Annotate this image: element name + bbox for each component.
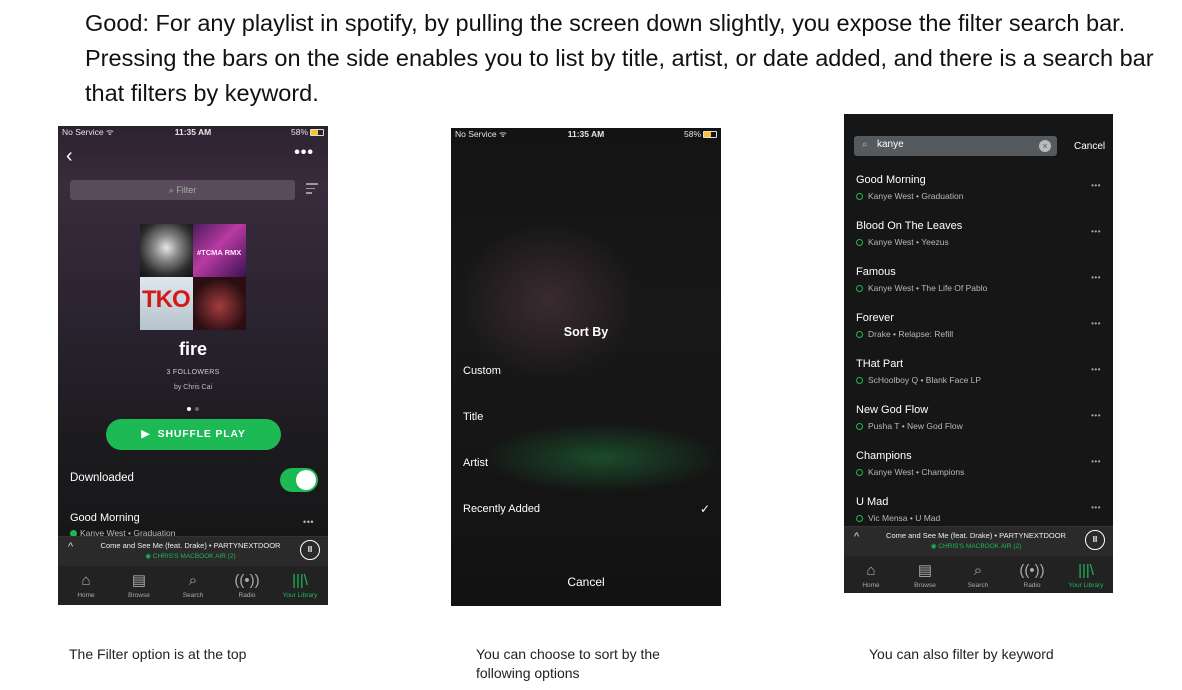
- downloaded-toggle[interactable]: [280, 468, 318, 492]
- tab-search[interactable]: ⌕ Search: [166, 571, 220, 599]
- tab-home[interactable]: ⌂ Home: [59, 571, 113, 599]
- playlist-title: fire: [178, 339, 207, 359]
- result-row[interactable]: Blood On The Leaves Kanye West • Yeezus ••…: [844, 220, 1113, 266]
- checkmark-icon: ✓: [700, 502, 711, 516]
- downloaded-icon: [856, 377, 863, 384]
- cancel-button[interactable]: Cancel: [451, 575, 721, 589]
- result-row[interactable]: New God Flow Pusha T • New God Flow •••: [844, 404, 1113, 450]
- pause-button[interactable]: II: [300, 540, 320, 560]
- tab-your-library[interactable]: |||\ Your Library: [1059, 561, 1113, 589]
- battery-indicator: 58%: [684, 129, 717, 139]
- more-icon: •••: [1091, 181, 1101, 190]
- more-icon: •••: [1091, 457, 1101, 466]
- downloaded-icon: [856, 423, 863, 430]
- search-input[interactable]: ⌕ kanye ×: [854, 136, 1057, 156]
- downloaded-icon: [856, 285, 863, 292]
- clock: 11:35 AM: [174, 127, 212, 137]
- status-bar: No Service ᯤ 11:35 AM 58%: [451, 128, 721, 140]
- clock: 11:35 AM: [567, 129, 605, 139]
- sort-bars-icon[interactable]: [306, 183, 318, 197]
- shuffle-play-button[interactable]: ▶ SHUFFLE PLAY: [106, 419, 281, 450]
- back-chevron-icon[interactable]: ‹: [66, 146, 73, 166]
- tab-radio[interactable]: ((•)) Radio: [220, 571, 274, 599]
- battery-icon: [310, 129, 324, 136]
- chevron-up-icon: ^: [68, 541, 74, 553]
- song-more-icon[interactable]: •••: [303, 517, 314, 527]
- tab-search[interactable]: ⌕ Search: [951, 561, 1005, 589]
- search-icon: ⌕: [188, 572, 198, 589]
- song-title[interactable]: Good Morning: [70, 512, 140, 524]
- tab-bar: ⌂ Home ▤ Browse ⌕ Search ((•)) Radio |||\ You…: [844, 556, 1113, 593]
- sort-option-custom[interactable]: Custom: [463, 365, 501, 377]
- page-indicator: [58, 405, 328, 413]
- cover-text-tcma: #TCMA RMX: [197, 248, 242, 257]
- more-icon: •••: [1091, 273, 1101, 282]
- playlist-cover-art: TKO #TCMA RMX: [140, 224, 246, 330]
- playlist-screenshot: No Service ᯤ 11:35 AM 58% ‹ ••• ⌕ Filter…: [58, 126, 328, 605]
- tab-your-library[interactable]: |||\ Your Library: [273, 571, 327, 599]
- library-icon: |||\: [292, 572, 308, 589]
- more-icon: •••: [1091, 411, 1101, 420]
- sort-option-recently-added[interactable]: Recently Added: [463, 503, 540, 515]
- cancel-button[interactable]: Cancel: [1074, 141, 1105, 152]
- tab-home[interactable]: ⌂ Home: [844, 561, 898, 589]
- now-playing-track: Come and See Me (feat. Drake) • PARTYNEX…: [100, 541, 281, 550]
- radio-icon: ((•)): [234, 572, 260, 589]
- browse-icon: ▤: [131, 572, 147, 589]
- more-icon: •••: [1091, 319, 1101, 328]
- downloaded-icon: [856, 331, 863, 338]
- sort-by-title: Sort By: [563, 325, 609, 339]
- filter-placeholder: Filter: [176, 185, 197, 195]
- more-icon: •••: [1091, 503, 1101, 512]
- playlist-owner: by Chris Cai: [173, 384, 213, 391]
- caption-sort: You can choose to sort by the following …: [476, 646, 660, 681]
- filter-search-bar[interactable]: ⌕ Filter: [70, 180, 295, 200]
- home-icon: ⌂: [81, 572, 91, 589]
- more-icon: •••: [1091, 227, 1101, 236]
- search-query: kanye: [877, 139, 904, 150]
- home-icon: ⌂: [866, 562, 876, 579]
- result-row[interactable]: Famous Kanye West • The Life Of Pablo •••: [844, 266, 1113, 312]
- chevron-up-icon: ^: [854, 531, 860, 543]
- tab-radio[interactable]: ((•)) Radio: [1005, 561, 1059, 589]
- browse-icon: ▤: [917, 562, 933, 579]
- downloaded-icon: [856, 469, 863, 476]
- caption-keyword: You can also filter by keyword: [869, 646, 1054, 662]
- result-row[interactable]: Good Morning Kanye West • Graduation •••: [844, 174, 1113, 220]
- sort-menu-screenshot: No Service ᯤ 11:35 AM 58% Sort By Custom…: [451, 128, 721, 606]
- sort-option-title[interactable]: Title: [463, 411, 483, 423]
- now-playing-bar[interactable]: ^ Come and See Me (feat. Drake) • PARTYN…: [58, 536, 328, 566]
- downloaded-icon: [856, 239, 863, 246]
- keyword-filter-screenshot: ⌕ kanye × Cancel Good Morning Kanye West …: [844, 114, 1113, 593]
- more-options-icon[interactable]: •••: [294, 145, 314, 161]
- downloaded-icon: [856, 193, 863, 200]
- status-bar: No Service ᯤ 11:35 AM 58%: [58, 126, 328, 138]
- pause-button[interactable]: II: [1085, 530, 1105, 550]
- tab-browse[interactable]: ▤ Browse: [898, 561, 952, 589]
- now-playing-bar[interactable]: ^ Come and See Me (feat. Drake) • PARTYN…: [844, 526, 1113, 556]
- clear-icon[interactable]: ×: [1039, 140, 1051, 152]
- result-row[interactable]: THat Part ScHoolboy Q • Blank Face LP •••: [844, 358, 1113, 404]
- radio-icon: ((•)): [1019, 562, 1045, 579]
- intro-paragraph: Good: For any playlist in spotify, by pu…: [85, 10, 1154, 106]
- result-row[interactable]: Forever Drake • Relapse: Refill •••: [844, 312, 1113, 358]
- battery-icon: [703, 131, 717, 138]
- now-playing-track: Come and See Me (feat. Drake) • PARTYNEX…: [886, 531, 1066, 540]
- downloaded-icon: [856, 515, 863, 522]
- battery-indicator: 58%: [291, 127, 324, 137]
- sort-option-artist[interactable]: Artist: [463, 457, 488, 469]
- search-icon: ⌕: [973, 562, 983, 579]
- tab-bar: ⌂ Home ▤ Browse ⌕ Search ((•)) Radio |||\ You…: [58, 566, 328, 605]
- now-playing-device: ◉ CHRIS'S MACBOOK AIR (2): [145, 553, 236, 560]
- result-row[interactable]: Champions Kanye West • Champions •••: [844, 450, 1113, 496]
- tab-browse[interactable]: ▤ Browse: [112, 571, 166, 599]
- more-icon: •••: [1091, 365, 1101, 374]
- library-icon: |||\: [1078, 562, 1094, 579]
- cover-text-tko: TKO: [142, 286, 191, 313]
- downloaded-label: Downloaded: [70, 472, 134, 484]
- now-playing-device: ◉ CHRIS'S MACBOOK AIR (2): [930, 543, 1022, 550]
- search-icon: ⌕: [862, 139, 868, 150]
- caption-filter: The Filter option is at the top: [69, 646, 247, 662]
- follower-count: 3 FOLLOWERS: [166, 369, 220, 376]
